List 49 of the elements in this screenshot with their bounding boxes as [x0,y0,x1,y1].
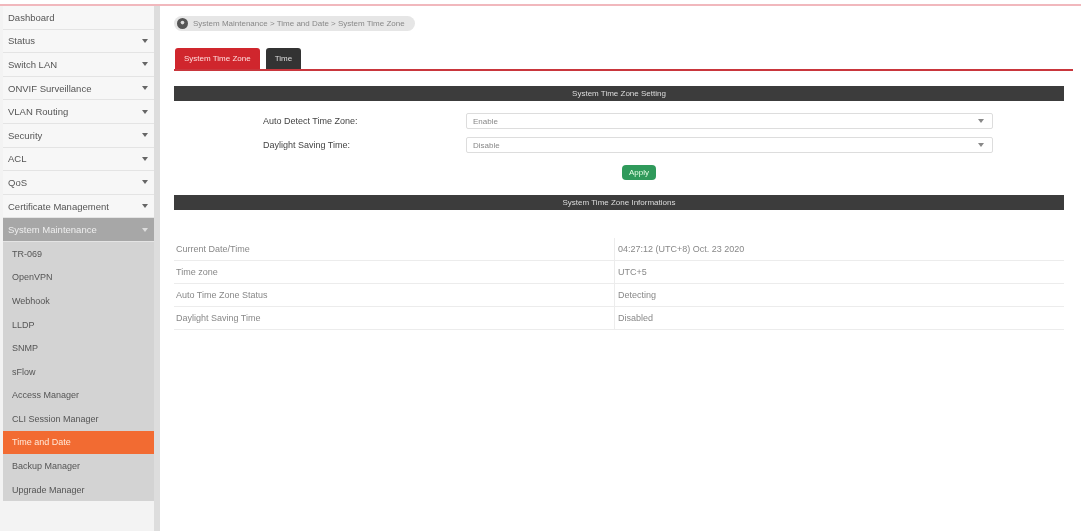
section-header: System Time Zone Informations [174,195,1064,210]
sidebar-item[interactable]: VLAN Routing [3,100,154,124]
sidebar-subitem[interactable]: Backup Manager [3,454,154,478]
sidebar-subitem[interactable]: LLDP [3,312,154,337]
info-label: Time zone [175,267,219,277]
sidebar-item[interactable]: Dashboard [3,6,154,30]
tab[interactable]: Time [265,48,302,69]
caret-icon [142,133,148,138]
caret-icon [142,180,148,185]
sidebar-item[interactable]: Security [3,123,154,148]
sidebar-subitem[interactable]: OpenVPN [3,265,154,290]
caret-icon [142,62,148,67]
sidebar-subitem[interactable]: Webhook [3,289,154,313]
sidebar-subitem[interactable]: TR-069 [3,241,154,266]
sidebar-subitem[interactable]: CLI Session Manager [3,407,154,431]
section-header: System Time Zone Setting [174,86,1064,101]
caret-icon [978,119,984,123]
breadcrumb-text: System Maintenance > Time and Date > System Time Zone [193,19,405,28]
field-label: Auto Detect Time Zone: [262,116,359,126]
dropdown[interactable]: Disable [466,137,993,153]
sidebar-subitem[interactable]: sFlow [3,359,154,384]
field-label: Daylight Saving Time: [262,140,352,150]
info-label: Auto Time Zone Status [175,290,269,300]
sidebar-subitem[interactable]: Upgrade Manager [3,477,154,502]
info-value: Detecting [614,284,657,306]
sidebar-item[interactable]: Certificate Management [3,194,154,219]
info-value: Disabled [614,307,654,329]
sidebar-item[interactable]: Status [3,29,154,54]
info-label: Daylight Saving Time [175,313,262,323]
tab[interactable]: System Time Zone [175,48,260,69]
sidebar-subitem[interactable]: Time and Date [3,430,154,455]
caret-icon [142,86,148,91]
sidebar-item[interactable]: Switch LAN [3,53,154,77]
caret-icon [142,227,148,232]
apply-button[interactable]: Apply [622,165,656,180]
info-value: UTC+5 [614,261,647,283]
caret-icon [142,38,148,43]
dropdown[interactable]: Enable [466,113,993,129]
caret-icon [142,156,148,161]
sidebar-item[interactable]: QoS [3,171,154,195]
sidebar-subitem[interactable]: Access Manager [3,383,154,408]
caret-icon [142,109,148,114]
sidebar-item[interactable]: ACL [3,147,154,172]
caret-icon [978,143,984,147]
sidebar-subitem[interactable]: SNMP [3,336,154,360]
info-label: Current Date/Time [175,244,251,254]
sidebar-item[interactable]: ONVIF Surveillance [3,76,154,101]
caret-icon [142,204,148,209]
info-value: 04:27:12 (UTC+8) Oct. 23 2020 [614,238,745,260]
